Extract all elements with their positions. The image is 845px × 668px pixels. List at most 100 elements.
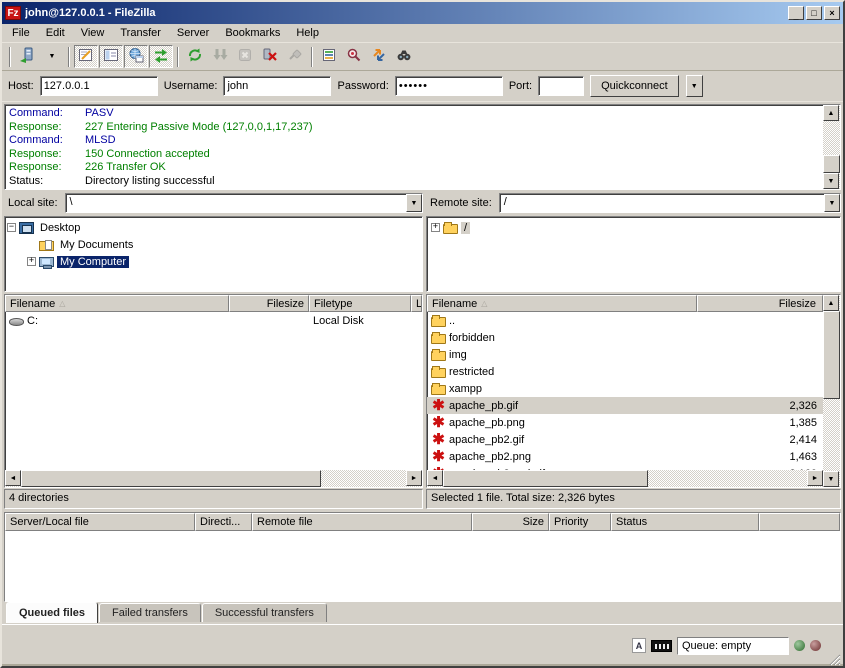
file-row[interactable]: apache_pb2.png 1,463: [427, 448, 823, 465]
menu-item[interactable]: Transfer: [112, 25, 169, 41]
scroll-right-icon[interactable]: ►: [807, 470, 823, 486]
log-vertical-scrollbar[interactable]: ▲ ▼: [823, 105, 840, 189]
scrollbar-thumb[interactable]: [443, 470, 648, 487]
column-header-filesize[interactable]: Filesize: [697, 295, 823, 312]
scrollbar-thumb[interactable]: [21, 470, 321, 487]
expander-icon[interactable]: −: [7, 223, 16, 232]
column-header-filename[interactable]: Filename △: [427, 295, 697, 312]
chevron-down-icon[interactable]: ▼: [824, 194, 840, 212]
menu-item[interactable]: View: [73, 25, 113, 41]
file-row[interactable]: apache_pb2.gif 2,414: [427, 431, 823, 448]
file-icon: [431, 416, 446, 429]
quickconnect-button[interactable]: Quickconnect: [590, 75, 679, 97]
scroll-down-icon[interactable]: ▼: [823, 173, 839, 189]
column-header-server-local-file[interactable]: Server/Local file: [5, 513, 195, 531]
synchronized-browsing-button[interactable]: [367, 45, 391, 68]
tree-item[interactable]: − Desktop: [5, 219, 422, 236]
column-header-filesize[interactable]: Filesize: [229, 295, 309, 312]
remote-horizontal-scrollbar[interactable]: ◄ ►: [427, 470, 823, 487]
tree-item[interactable]: + My Computer: [5, 253, 422, 270]
reconnect-button[interactable]: [283, 45, 307, 68]
column-header-filetype[interactable]: Filetype: [309, 295, 411, 312]
file-row[interactable]: restricted: [427, 363, 823, 380]
password-input[interactable]: [395, 76, 503, 96]
tree-item[interactable]: + /: [427, 219, 840, 236]
scroll-down-icon[interactable]: ▼: [823, 471, 839, 487]
host-input[interactable]: [40, 76, 158, 96]
remote-site-combo[interactable]: / ▼: [499, 193, 841, 213]
queue-tab[interactable]: Successful transfers: [202, 603, 327, 622]
file-icon: [431, 317, 446, 327]
file-row[interactable]: xampp: [427, 380, 823, 397]
file-row[interactable]: forbidden: [427, 329, 823, 346]
menu-item[interactable]: Edit: [38, 25, 73, 41]
local-list-header: Filename △ Filesize Filetype L: [5, 295, 422, 312]
menu-item[interactable]: Help: [288, 25, 327, 41]
process-queue-button[interactable]: [208, 45, 232, 68]
file-icon: [431, 334, 446, 344]
directory-comparison-button[interactable]: [342, 45, 366, 68]
directory-filters-button[interactable]: [317, 45, 341, 68]
toggle-transfer-queue-button[interactable]: [149, 45, 173, 68]
scrollbar-thumb[interactable]: [823, 311, 840, 399]
refresh-button[interactable]: [183, 45, 207, 68]
menu-item[interactable]: File: [4, 25, 38, 41]
username-input[interactable]: [223, 76, 331, 96]
menu-item[interactable]: Server: [169, 25, 217, 41]
scroll-up-icon[interactable]: ▲: [823, 295, 839, 311]
username-label: Username:: [164, 80, 218, 92]
scrollbar-thumb[interactable]: [823, 155, 840, 173]
sync-browse-icon: [371, 47, 387, 66]
file-row[interactable]: apache_pb.gif 2,326: [427, 397, 823, 414]
ascii-data-type-icon[interactable]: A: [632, 638, 646, 653]
scroll-left-icon[interactable]: ◄: [5, 470, 21, 486]
column-header-lastmodified[interactable]: L: [411, 295, 422, 312]
site-manager-button[interactable]: [15, 45, 39, 68]
maximize-button[interactable]: □: [806, 6, 822, 20]
remote-vertical-scrollbar[interactable]: ▲ ▼: [823, 295, 840, 487]
toggle-message-log-button[interactable]: [74, 45, 98, 68]
column-header-direction[interactable]: Directi...: [195, 513, 252, 531]
scroll-right-icon[interactable]: ►: [406, 470, 422, 486]
transfer-queue: Server/Local file Directi... Remote file…: [4, 512, 841, 602]
cancel-operation-button[interactable]: [233, 45, 257, 68]
close-button[interactable]: ×: [824, 6, 840, 20]
quickconnect-dropdown[interactable]: ▼: [686, 75, 703, 97]
menu-item[interactable]: Bookmarks: [217, 25, 288, 41]
local-horizontal-scrollbar[interactable]: ◄ ►: [5, 470, 422, 487]
column-header-filename[interactable]: Filename △: [5, 295, 229, 312]
expander-icon[interactable]: +: [431, 223, 440, 232]
remote-site-pane: Remote site: / ▼ + /: [426, 192, 841, 292]
scroll-left-icon[interactable]: ◄: [427, 470, 443, 486]
column-header-status[interactable]: Status: [611, 513, 759, 531]
receive-led-icon: [794, 640, 805, 651]
column-header-size[interactable]: Size: [472, 513, 549, 531]
find-files-button[interactable]: [392, 45, 416, 68]
scroll-up-icon[interactable]: ▲: [823, 105, 839, 121]
site-manager-dropdown[interactable]: ▼: [40, 45, 64, 68]
queue-body: [5, 531, 840, 601]
toggle-local-tree-button[interactable]: [99, 45, 123, 68]
column-header-remote-file[interactable]: Remote file: [252, 513, 472, 531]
sort-ascending-icon: △: [481, 299, 487, 308]
queue-tab[interactable]: Failed transfers: [99, 603, 201, 622]
local-site-combo[interactable]: \ ▼: [65, 193, 423, 213]
port-input[interactable]: [538, 76, 584, 96]
file-row[interactable]: C: Local Disk: [5, 312, 422, 329]
column-header-priority[interactable]: Priority: [549, 513, 611, 531]
file-row[interactable]: apache_pb.png 1,385: [427, 414, 823, 431]
tree-item[interactable]: My Documents: [5, 236, 422, 253]
queue-tab[interactable]: Queued files: [6, 602, 98, 623]
title-bar[interactable]: Fz john@127.0.0.1 - FileZilla _ □ ×: [2, 2, 843, 24]
message-log: Command: PASV Response: 227 Entering Pas…: [4, 104, 841, 190]
file-row[interactable]: ..: [427, 312, 823, 329]
expander-icon[interactable]: +: [27, 257, 36, 266]
tree-item-label: My Documents: [57, 239, 136, 251]
disconnect-button[interactable]: [258, 45, 282, 68]
toggle-remote-tree-button[interactable]: [124, 45, 148, 68]
speed-limit-icon[interactable]: [651, 640, 672, 652]
file-row[interactable]: img: [427, 346, 823, 363]
resize-grip[interactable]: [826, 651, 841, 666]
chevron-down-icon[interactable]: ▼: [406, 194, 422, 212]
minimize-button[interactable]: _: [788, 6, 804, 20]
